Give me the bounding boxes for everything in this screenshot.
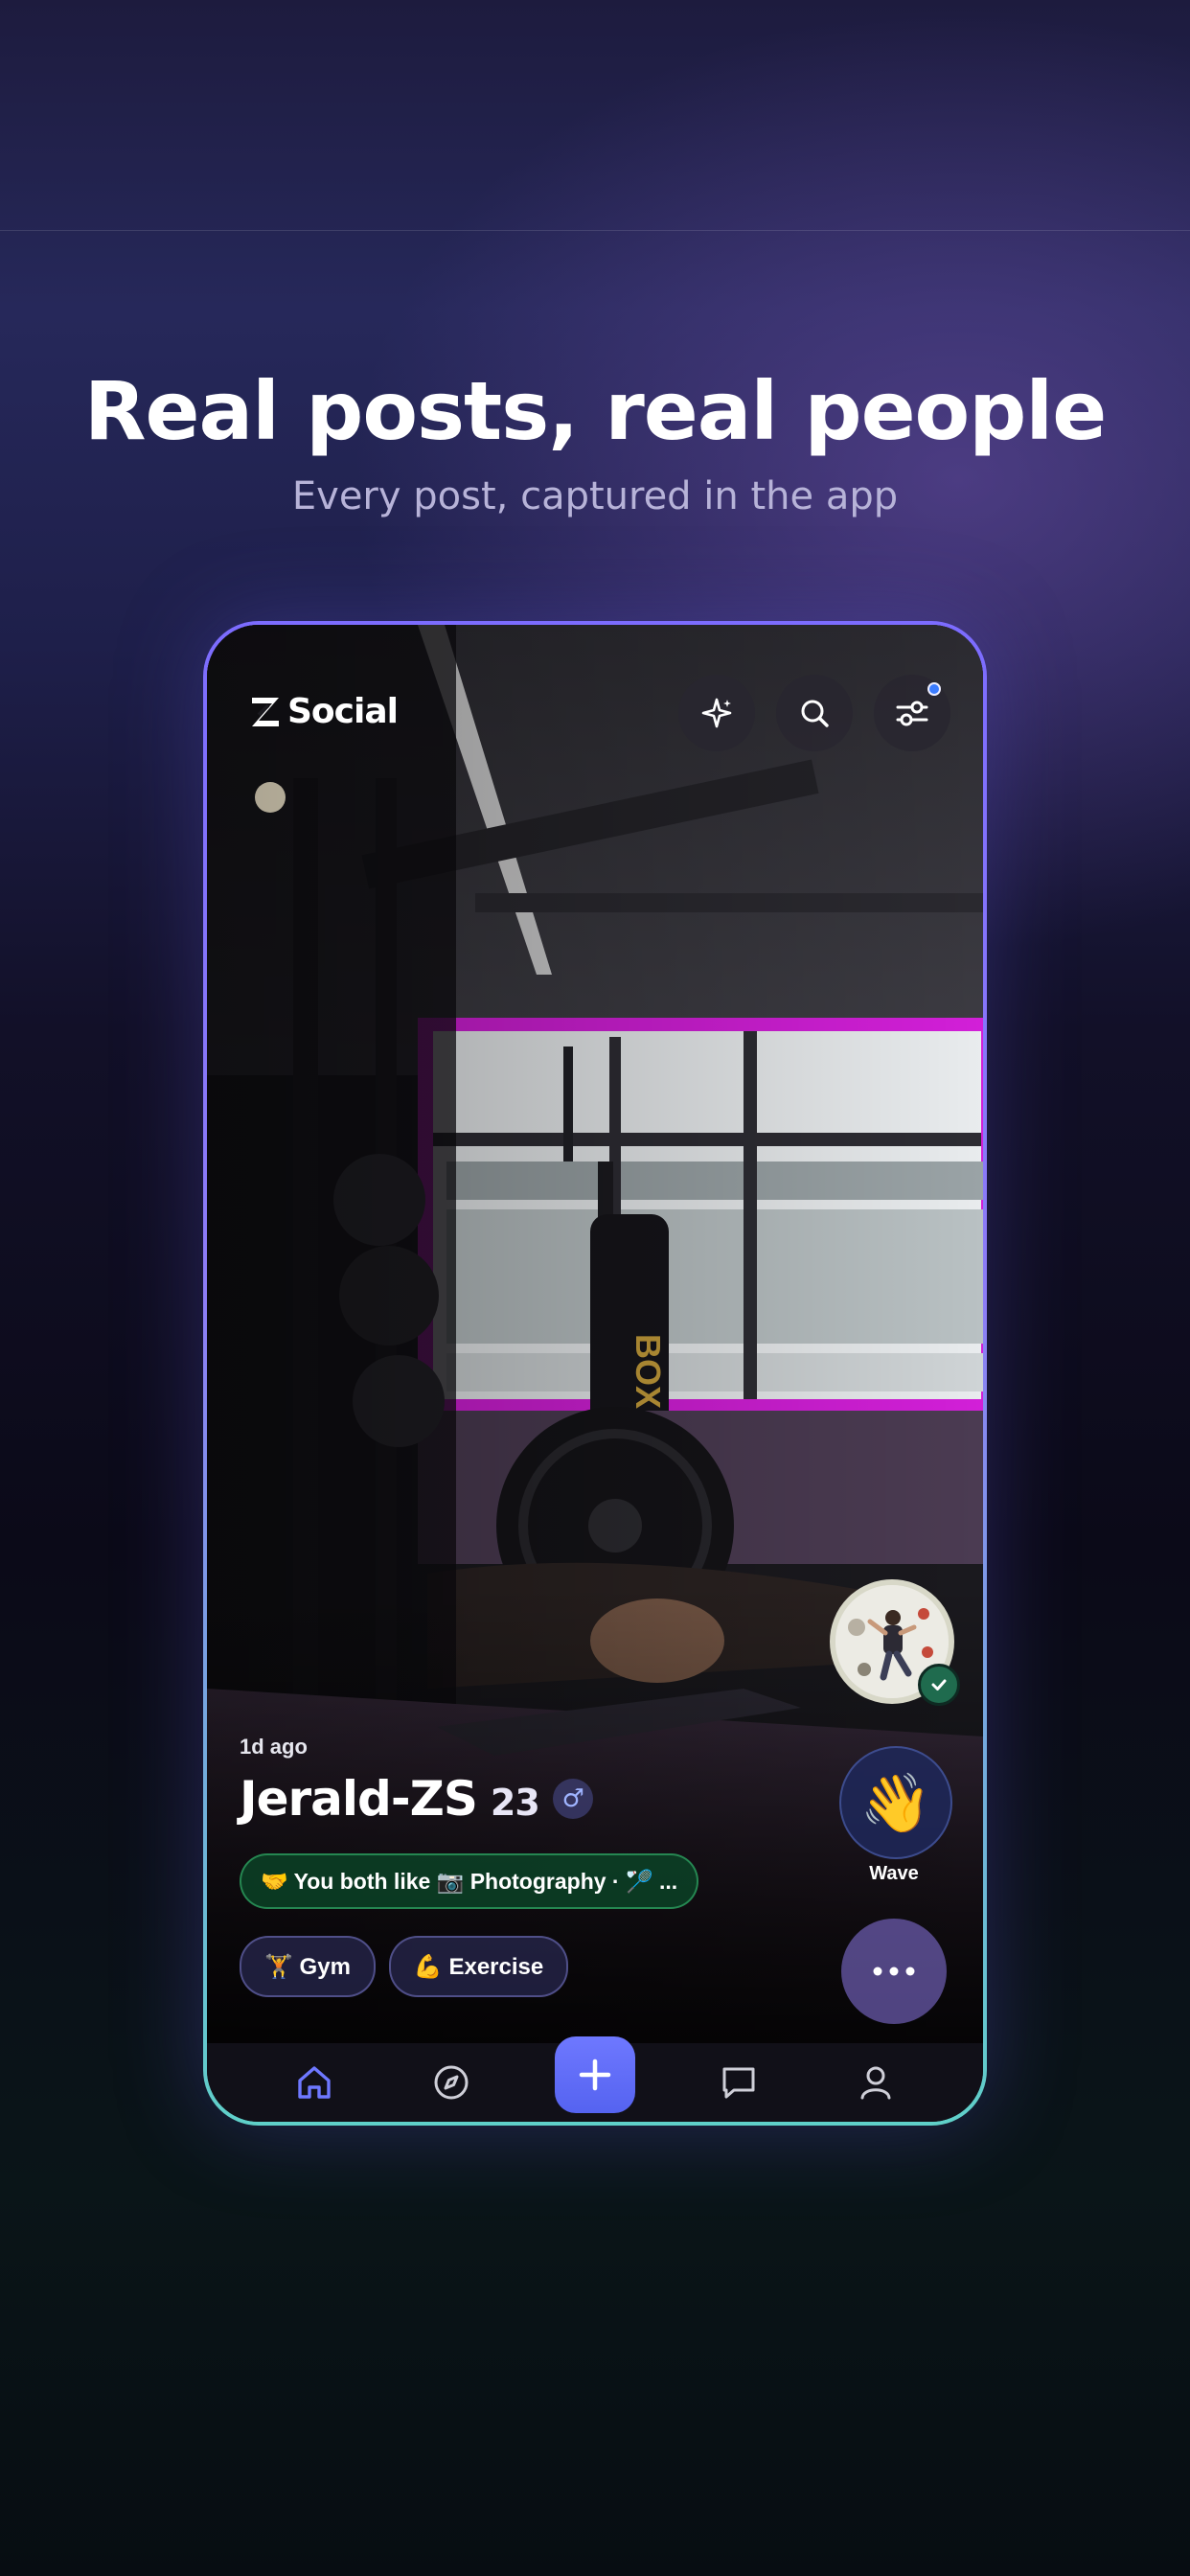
search-button[interactable] — [776, 675, 853, 751]
bottom-tab-bar — [207, 2036, 983, 2122]
home-icon — [297, 2066, 331, 2099]
tag-gym[interactable]: 🏋️ Gym — [240, 1936, 376, 1997]
post-time: 1d ago — [240, 1735, 308, 1759]
app-screen: BOX Social 👋 Wave 1d ago Jerald-ZS 23 ♂ … — [207, 625, 983, 2122]
compass-icon — [434, 2065, 469, 2100]
author-name-row[interactable]: Jerald-ZS 23 ♂ — [240, 1771, 593, 1827]
notification-dot — [927, 682, 941, 696]
wave-button[interactable]: 👋 — [839, 1746, 952, 1859]
subheadline: Every post, captured in the app — [291, 474, 899, 518]
author-avatar-button[interactable] — [830, 1579, 960, 1706]
interest-tags: 🏋️ Gym 💪 Exercise — [240, 1936, 569, 1997]
waving-hand-icon: 👋 — [859, 1770, 932, 1835]
top-divider — [0, 230, 1190, 231]
author-name: Jerald-ZS — [240, 1771, 478, 1827]
tab-home[interactable] — [281, 2049, 348, 2116]
check-icon — [931, 1679, 947, 1690]
brand-name: Social — [287, 692, 399, 731]
add-icon — [579, 2058, 611, 2091]
create-post-button[interactable] — [554, 2036, 635, 2113]
tab-explore[interactable] — [418, 2049, 485, 2116]
tab-profile[interactable] — [842, 2049, 909, 2116]
filter-sliders-icon — [896, 701, 928, 726]
profile-icon — [860, 2066, 891, 2100]
male-icon: ♂ — [552, 1779, 593, 1819]
more-dots-icon — [873, 1966, 915, 1976]
verified-badge — [918, 1664, 960, 1706]
wave-label: Wave — [869, 1863, 919, 1884]
tab-messages[interactable] — [705, 2049, 772, 2116]
app-logo: Social — [249, 692, 399, 731]
author-age: 23 — [490, 1782, 540, 1824]
filter-button[interactable] — [874, 675, 950, 751]
search-icon — [801, 700, 829, 727]
headline: Real posts, real people — [83, 364, 1107, 458]
shared-interests-chip[interactable]: 🤝 You both like 📷 Photography · 🏸 ... — [240, 1853, 699, 1909]
logo-icon — [252, 697, 279, 726]
sparkle-icon — [701, 698, 732, 728]
phone-frame: BOX Social 👋 Wave 1d ago Jerald-ZS 23 ♂ … — [203, 621, 987, 2126]
tag-exercise[interactable]: 💪 Exercise — [388, 1936, 569, 1997]
chat-icon — [722, 2067, 755, 2099]
more-options-button[interactable] — [841, 1919, 947, 2024]
ai-sparkle-button[interactable] — [678, 675, 755, 751]
